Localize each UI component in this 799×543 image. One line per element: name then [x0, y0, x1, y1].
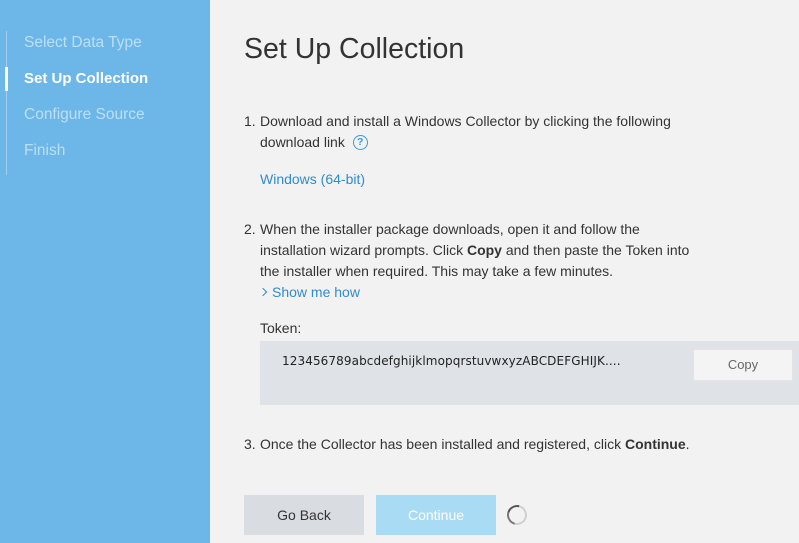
step3-number: 3.	[244, 436, 256, 452]
copy-token-button[interactable]: Copy	[693, 349, 793, 381]
step2-copy-bold: Copy	[466, 242, 502, 258]
continue-button[interactable]: Continue	[376, 495, 496, 535]
token-label: Token:	[260, 320, 302, 336]
show-me-how-toggle[interactable]: Show me how	[258, 283, 360, 301]
page-title: Set Up Collection	[244, 33, 465, 65]
step-set-up-collection[interactable]: Set Up Collection	[4, 67, 148, 103]
wizard-sidebar: Select Data Type Set Up Collection Confi…	[0, 0, 210, 543]
question-circle-icon[interactable]: ?	[352, 135, 368, 150]
token-box: 123456789abcdefghijklmopqrstuvwxyzABCDEF…	[260, 341, 799, 405]
windows-download-link[interactable]: Windows (64-bit)	[260, 171, 365, 187]
step3-continue-bold: Continue	[624, 436, 686, 452]
step1-number: 1.	[244, 113, 256, 129]
step2-number: 2.	[244, 221, 256, 237]
step3-text-before: Once the Collector has been installed an…	[260, 436, 625, 452]
step1-text: Download and install a Windows Collector…	[260, 113, 671, 150]
wizard-steps: Select Data Type Set Up Collection Confi…	[4, 31, 148, 175]
chevron-right-icon	[258, 287, 268, 297]
main-content: Set Up Collection 1. Download and instal…	[210, 0, 799, 543]
go-back-button[interactable]: Go Back	[244, 495, 364, 535]
show-me-how-label: Show me how	[272, 284, 360, 300]
token-value[interactable]: 123456789abcdefghijklmopqrstuvwxyzABCDEF…	[282, 354, 621, 368]
step1-text-block: Download and install a Windows Collector…	[260, 111, 700, 153]
download-link-row: Windows (64-bit)	[260, 171, 700, 189]
step-configure-source[interactable]: Configure Source	[7, 103, 148, 139]
step-finish[interactable]: Finish	[7, 139, 148, 175]
step3-text-block: Once the Collector has been installed an…	[260, 434, 700, 455]
loading-spinner-icon	[503, 501, 531, 529]
step3-text-after: .	[685, 436, 690, 452]
step2-text-block: When the installer package downloads, op…	[260, 219, 700, 282]
step-select-data-type[interactable]: Select Data Type	[7, 31, 148, 67]
